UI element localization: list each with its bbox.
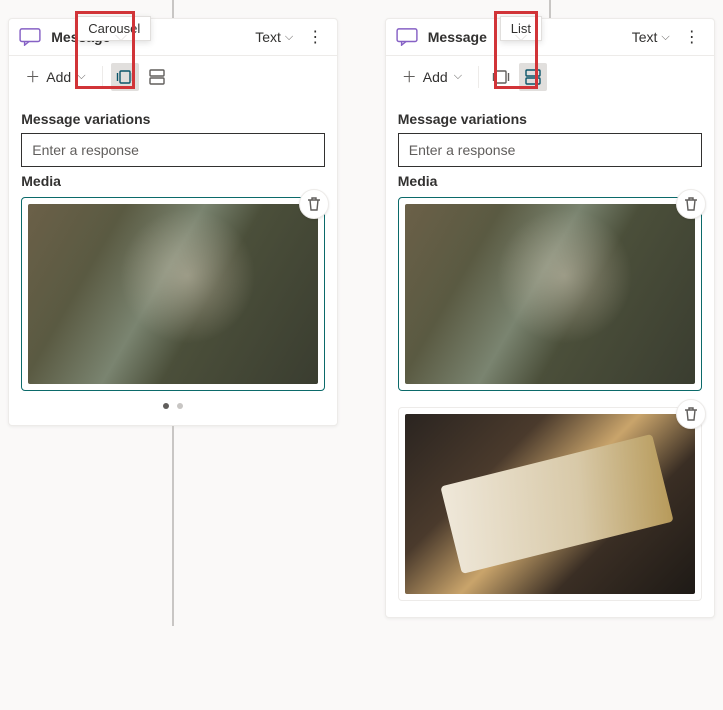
media-item-wrap bbox=[398, 197, 702, 391]
connector bbox=[172, 0, 174, 18]
type-dropdown[interactable]: Text ⌵ bbox=[255, 29, 293, 45]
chevron-down-icon: ⌵ bbox=[454, 70, 462, 83]
divider bbox=[102, 66, 103, 88]
tooltip-list: List bbox=[500, 16, 542, 41]
delete-media-button[interactable] bbox=[676, 399, 706, 429]
add-button[interactable]: ＋ Add ⌵ bbox=[394, 62, 470, 91]
tooltip-carousel: Carousel bbox=[77, 16, 151, 41]
connector bbox=[172, 426, 174, 626]
toolbar: ＋ Add ⌵ bbox=[9, 55, 337, 97]
layout-carousel-button[interactable] bbox=[111, 63, 139, 91]
media-item[interactable] bbox=[398, 407, 702, 601]
layout-carousel-button[interactable] bbox=[487, 63, 515, 91]
media-item-wrap bbox=[21, 197, 325, 391]
media-image bbox=[28, 204, 318, 384]
type-label: Text bbox=[255, 29, 281, 45]
add-label: Add bbox=[423, 69, 448, 85]
type-label: Text bbox=[632, 29, 658, 45]
panel-list: Message Text ⌵ ⋮ List ＋ Add ⌵ Mess bbox=[377, 0, 723, 710]
connector bbox=[549, 0, 551, 18]
media-item-wrap bbox=[398, 407, 702, 601]
add-button[interactable]: ＋ Add ⌵ bbox=[17, 62, 93, 91]
chevron-down-icon: ⌵ bbox=[77, 70, 85, 83]
response-input[interactable] bbox=[21, 133, 325, 167]
media-label: Media bbox=[398, 173, 702, 189]
plus-icon: ＋ bbox=[402, 66, 417, 87]
chevron-down-icon: ⌵ bbox=[285, 31, 293, 44]
media-image bbox=[405, 204, 695, 384]
delete-media-button[interactable] bbox=[676, 189, 706, 219]
toolbar: ＋ Add ⌵ bbox=[386, 55, 714, 97]
chevron-down-icon: ⌵ bbox=[661, 31, 669, 44]
type-dropdown[interactable]: Text ⌵ bbox=[632, 29, 670, 45]
message-card-list: Message Text ⌵ ⋮ List ＋ Add ⌵ Mess bbox=[385, 18, 715, 618]
layout-list-button[interactable] bbox=[143, 63, 171, 91]
media-item[interactable] bbox=[21, 197, 325, 391]
chat-icon bbox=[19, 28, 41, 46]
media-image bbox=[405, 414, 695, 594]
card-header: Message Text ⌵ ⋮ List bbox=[386, 19, 714, 55]
carousel-pager bbox=[21, 403, 325, 409]
variations-label: Message variations bbox=[21, 111, 325, 127]
chat-icon bbox=[396, 28, 418, 46]
media-label: Media bbox=[21, 173, 325, 189]
card-body: Message variations Media bbox=[386, 97, 714, 617]
media-item[interactable] bbox=[398, 197, 702, 391]
divider bbox=[478, 66, 479, 88]
card-body: Message variations Media bbox=[9, 97, 337, 425]
layout-list-button[interactable] bbox=[519, 63, 547, 91]
more-icon[interactable]: ⋮ bbox=[680, 27, 704, 47]
pager-dot[interactable] bbox=[163, 403, 169, 409]
card-header: Message Text ⌵ ⋮ Carousel bbox=[9, 19, 337, 55]
message-card-carousel: Message Text ⌵ ⋮ Carousel ＋ Add ⌵ bbox=[8, 18, 338, 426]
plus-icon: ＋ bbox=[25, 66, 40, 87]
add-label: Add bbox=[46, 69, 71, 85]
panel-carousel: Message Text ⌵ ⋮ Carousel ＋ Add ⌵ bbox=[0, 0, 347, 710]
more-icon[interactable]: ⋮ bbox=[303, 27, 327, 47]
pager-dot[interactable] bbox=[177, 403, 183, 409]
response-input[interactable] bbox=[398, 133, 702, 167]
variations-label: Message variations bbox=[398, 111, 702, 127]
